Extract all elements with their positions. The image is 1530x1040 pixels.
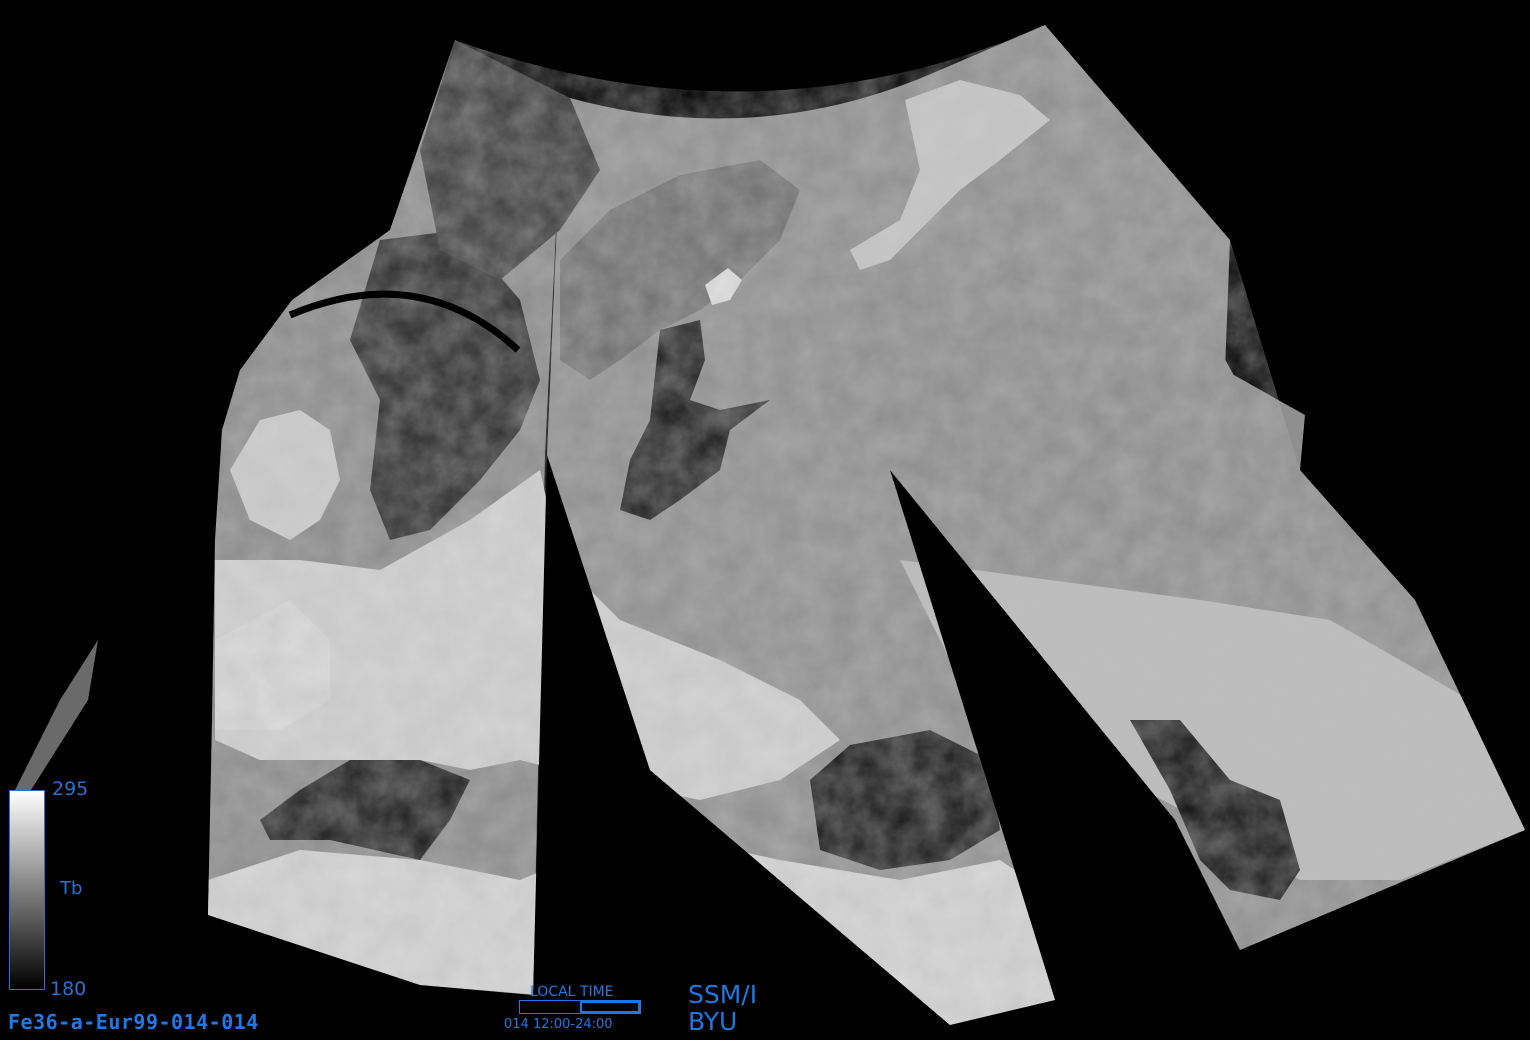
sensor-label: SSM/I — [688, 980, 758, 1009]
local-time-bar-fill — [580, 1001, 640, 1013]
satellite-swath-imagery — [10, 25, 1525, 1025]
colorbar-min-label: 180 — [50, 978, 87, 1000]
product-id-label: Fe36-a-Eur99-014-014 — [8, 1010, 259, 1034]
local-time-bar — [519, 1000, 641, 1014]
organization-label: BYU — [688, 1007, 738, 1036]
imagery-texture — [208, 25, 1525, 1025]
brightness-temperature-map — [10, 25, 1525, 1025]
local-time-title: LOCAL TIME — [530, 984, 614, 1000]
local-time-range: 014 12:00-24:00 — [504, 1017, 613, 1032]
colorbar-variable-label: Tb — [60, 878, 83, 899]
temperature-colorbar — [9, 790, 45, 990]
colorbar-max-label: 295 — [52, 778, 89, 800]
